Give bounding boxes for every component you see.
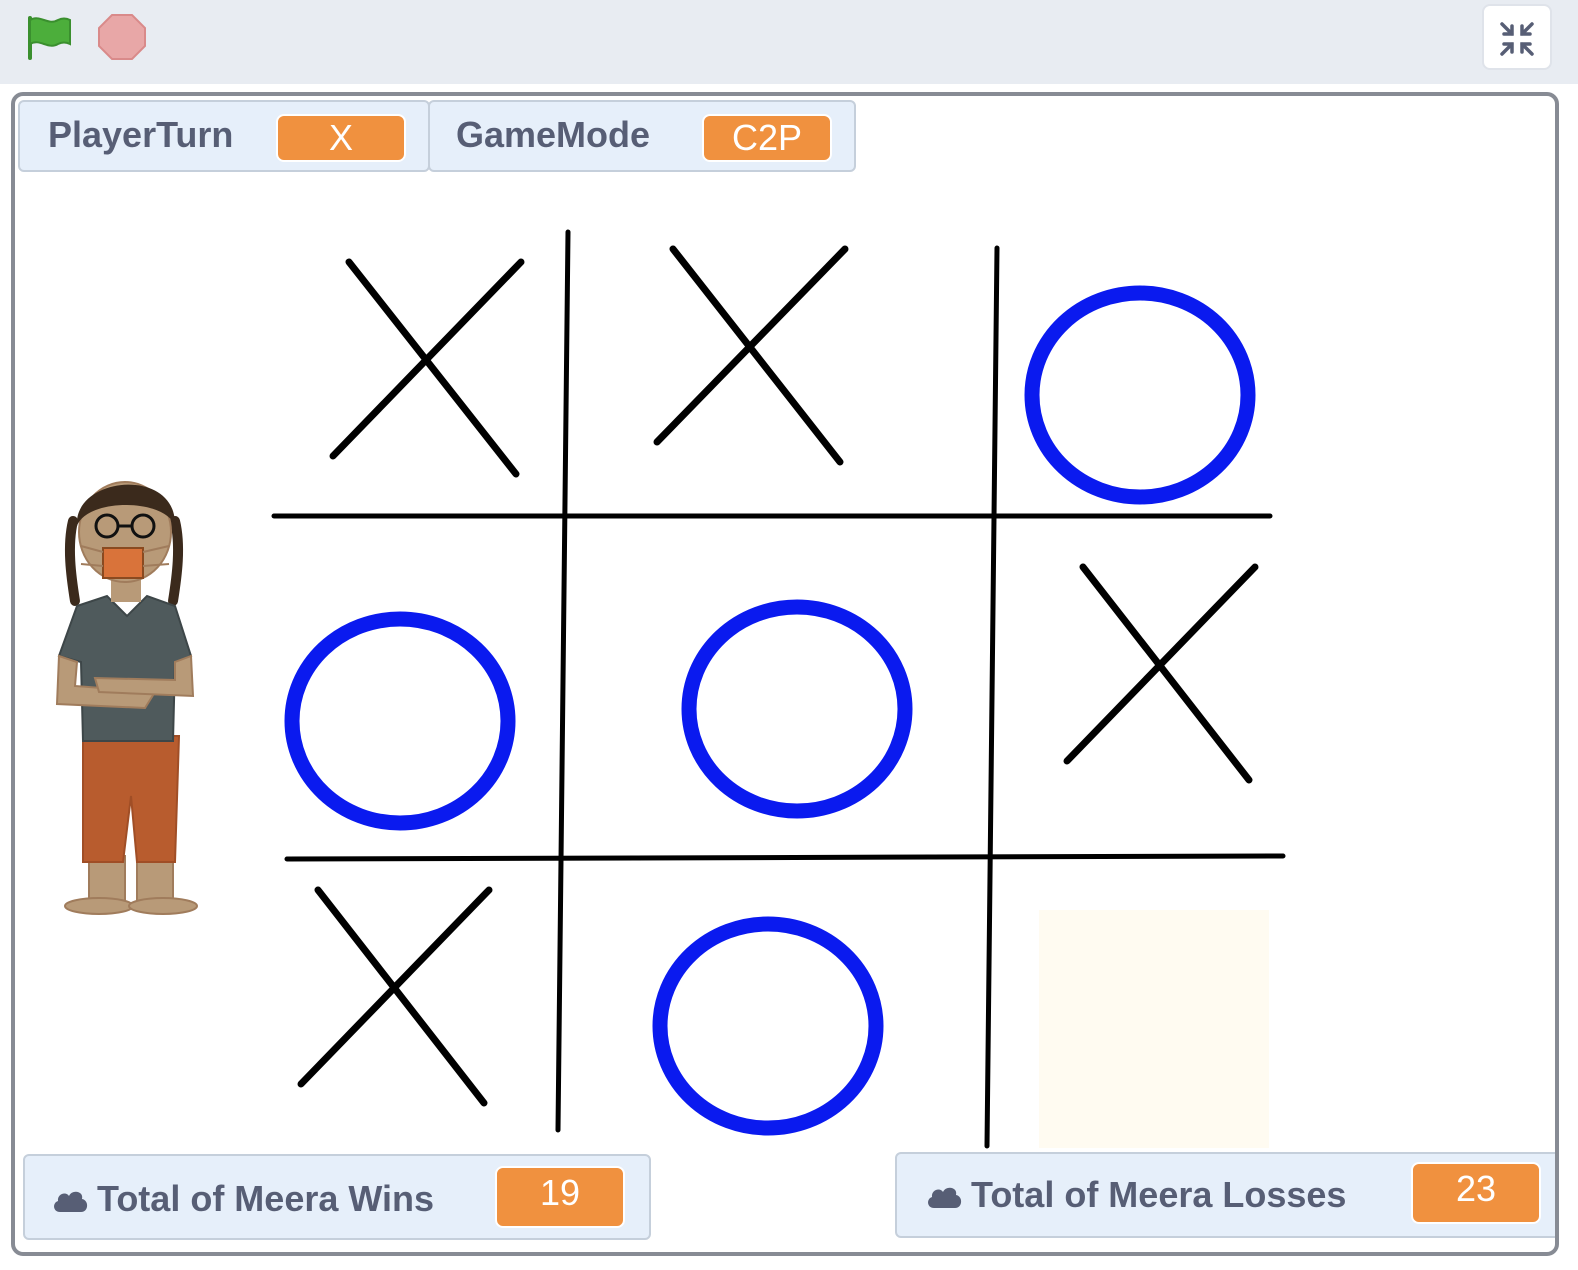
wins-label: Total of Meera Wins: [97, 1178, 435, 1219]
wins-monitor[interactable]: Total of Meera Wins 19: [23, 1154, 651, 1240]
exit-fullscreen-button[interactable]: [1482, 4, 1552, 70]
cell-7-o-mark[interactable]: [652, 916, 884, 1136]
stage-toolbar: [0, 0, 1578, 84]
meera-character-sprite[interactable]: [55, 481, 198, 915]
cell-3-o-mark[interactable]: [284, 611, 516, 831]
game-mode-monitor[interactable]: GameMode C2P: [428, 100, 856, 172]
player-turn-value: X: [276, 114, 406, 162]
empty-cell-highlight[interactable]: [1039, 910, 1269, 1148]
losses-monitor[interactable]: Total of Meera Losses 23: [895, 1152, 1555, 1238]
game-stage[interactable]: PlayerTurn X GameMode C2P Total of Meera…: [11, 92, 1559, 1256]
tic-tac-toe-board[interactable]: [15, 96, 1559, 1256]
cell-5-x-mark[interactable]: [1063, 563, 1259, 784]
shrink-icon: [1500, 22, 1534, 56]
green-flag-icon[interactable]: [22, 12, 78, 62]
game-mode-value: C2P: [702, 114, 832, 162]
losses-label: Total of Meera Losses: [971, 1174, 1347, 1215]
cell-6-x-mark[interactable]: [297, 886, 493, 1107]
wins-value: 19: [495, 1166, 625, 1228]
game-mode-label: GameMode: [456, 114, 651, 155]
losses-value: 23: [1411, 1162, 1541, 1224]
player-turn-monitor[interactable]: PlayerTurn X: [18, 100, 430, 172]
cell-2-o-mark[interactable]: [1024, 285, 1256, 505]
cell-4-o-mark[interactable]: [681, 599, 913, 819]
cell-0-x-mark[interactable]: [329, 258, 525, 478]
cell-1-x-mark[interactable]: [653, 245, 849, 466]
player-turn-label: PlayerTurn: [48, 114, 234, 155]
stop-sign-icon[interactable]: [96, 12, 148, 62]
cloud-icon: [54, 1192, 88, 1213]
cloud-icon: [928, 1188, 962, 1209]
